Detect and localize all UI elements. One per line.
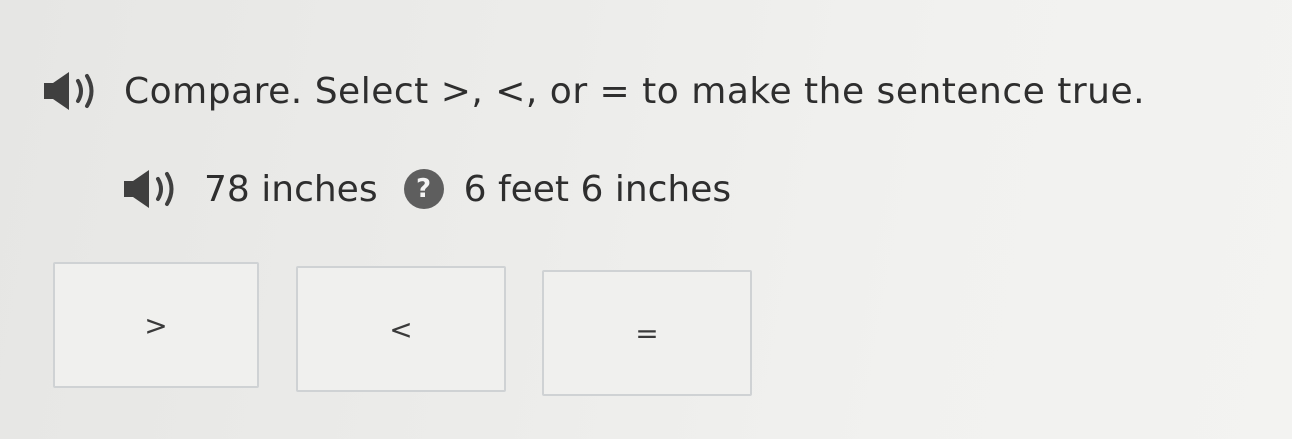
comparison-sentence: 78 inches ? 6 feet 6 inches xyxy=(120,166,731,212)
left-quantity: 78 inches xyxy=(204,168,378,210)
expression-audio-button[interactable] xyxy=(120,166,182,212)
right-quantity: 6 feet 6 inches xyxy=(463,168,732,210)
less-than-button[interactable]: < xyxy=(296,266,506,392)
instruction-row: Compare. Select >, <, or = to make the s… xyxy=(40,68,1145,114)
speaker-icon xyxy=(44,72,94,110)
instruction-text: Compare. Select >, <, or = to make the s… xyxy=(124,70,1146,112)
instruction-audio-button[interactable] xyxy=(40,68,102,114)
unknown-symbol-badge: ? xyxy=(403,169,444,209)
greater-than-button[interactable]: > xyxy=(53,262,259,388)
equals-button[interactable]: = xyxy=(542,270,752,396)
speaker-icon xyxy=(124,170,174,208)
